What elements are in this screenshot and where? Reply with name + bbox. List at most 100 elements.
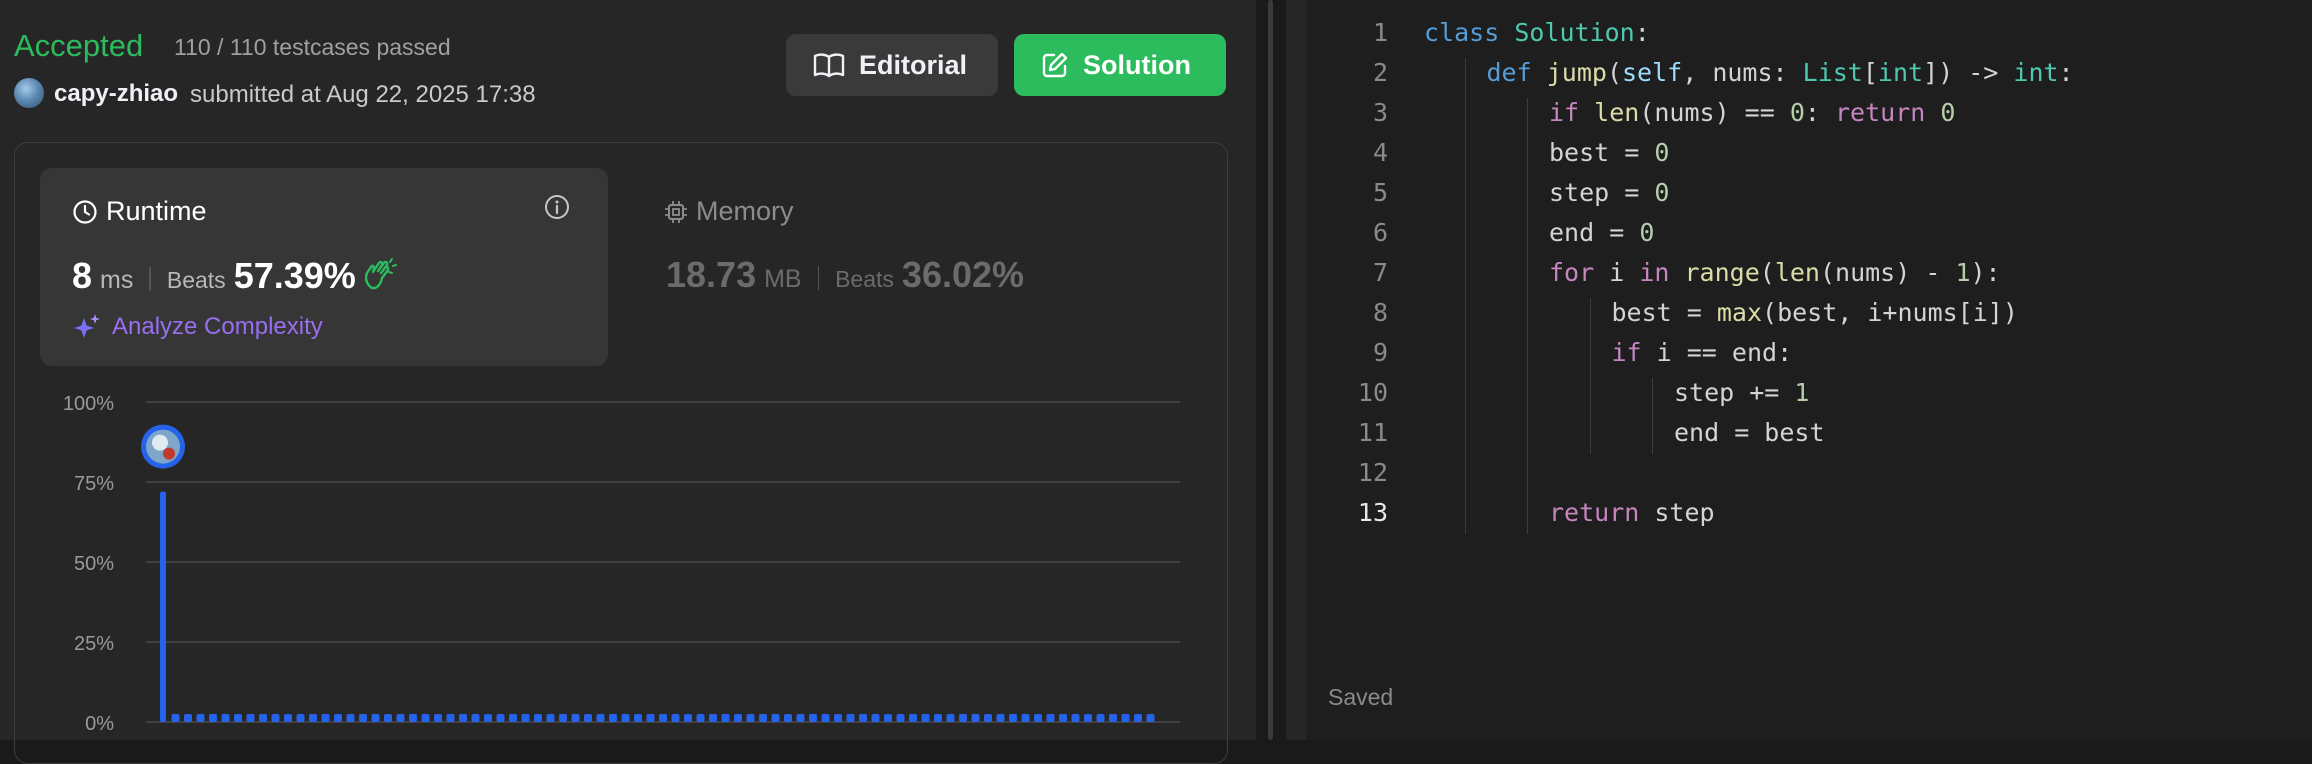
resizer-grip[interactable] (1268, 0, 1273, 740)
marker-avatar-detail (163, 447, 175, 460)
code-token: int (2013, 58, 2059, 87)
line-number: 3 (1372, 98, 1388, 127)
histogram-bar (234, 714, 242, 722)
histogram-bar (1146, 714, 1155, 722)
histogram-bar (621, 714, 630, 722)
line-number: 1 (1372, 18, 1388, 47)
histogram-bar (271, 714, 280, 722)
code-token: len (1594, 98, 1640, 127)
code-token: : (1634, 18, 1650, 47)
histogram-bar (334, 714, 342, 722)
code-token: if (1611, 338, 1657, 367)
y-tick-label: 100% (63, 393, 114, 415)
code-line[interactable]: 12 (1306, 454, 2312, 494)
histogram-bar (996, 714, 1005, 722)
solution-button[interactable]: Solution (1014, 34, 1226, 96)
username-link[interactable]: capy-zhiao (54, 80, 178, 108)
histogram-bar (821, 714, 830, 722)
histogram-bar (1096, 714, 1105, 722)
code-text: best = max(best, i+nums[i]) (1612, 298, 2018, 327)
histogram-bar (521, 714, 530, 722)
line-number: 4 (1372, 138, 1388, 167)
code-line[interactable]: 5 step = 0 (1306, 174, 2312, 214)
y-tick-label: 50% (74, 553, 114, 575)
histogram-bar (496, 714, 505, 722)
code-token: List (1802, 58, 1863, 87)
runtime-title: Runtime (72, 196, 207, 227)
indent-guide (1589, 298, 1591, 454)
code-line[interactable]: 1 class Solution: (1306, 14, 2312, 54)
code-line[interactable]: 11 end = best (1306, 414, 2312, 454)
histogram-bar (596, 714, 605, 722)
editorial-button[interactable]: Editorial (786, 34, 998, 96)
code-token: (nums) == (1639, 98, 1790, 127)
code-line[interactable]: 13 return step (1306, 494, 2312, 534)
histogram-bar (1109, 714, 1117, 722)
histogram-bar (484, 714, 492, 722)
histogram-bar (846, 714, 855, 722)
memory-unit: MB (764, 265, 802, 293)
code-token: return (1835, 98, 1941, 127)
histogram-bar (909, 714, 917, 722)
code-line[interactable]: 7 for i in range(len(nums) - 1): (1306, 254, 2312, 294)
code-token: [ (1862, 58, 1878, 87)
code-text: for i in range(len(nums) - 1): (1549, 258, 2001, 287)
code-line[interactable]: 6 end = 0 (1306, 214, 2312, 254)
histogram-bar (160, 491, 166, 722)
code-line[interactable]: 4 best = 0 (1306, 134, 2312, 174)
line-number: 5 (1372, 178, 1388, 207)
save-status: Saved (1328, 684, 1394, 710)
histogram-bar (659, 714, 667, 722)
line-number: 7 (1372, 258, 1388, 287)
analyze-complexity-link[interactable]: Analyze Complexity (72, 312, 323, 342)
code-line[interactable]: 3 if len(nums) == 0: return 0 (1306, 94, 2312, 134)
code-text: if i == end: (1612, 338, 1793, 367)
histogram-bar (809, 714, 817, 722)
code-token: , nums: (1682, 58, 1803, 87)
histogram-bar (709, 714, 717, 722)
histogram-bar (1121, 714, 1130, 722)
histogram-bar (871, 714, 880, 722)
code-token: i (1609, 258, 1640, 287)
code-token: 0 (1654, 178, 1670, 207)
histogram-bar (684, 714, 692, 722)
histogram-bar (321, 714, 330, 722)
panel-resizer[interactable] (1256, 0, 1286, 740)
runtime-distribution-chart[interactable]: 100% 75% 50% 25% 0% (0, 380, 1256, 740)
histogram-bar (796, 714, 805, 722)
runtime-unit: ms (100, 266, 134, 294)
histogram-bar (221, 714, 230, 722)
code-token: if (1549, 98, 1595, 127)
histogram-bar (746, 714, 755, 722)
histogram-bar (959, 714, 967, 722)
code-line[interactable]: 8 best = max(best, i+nums[i]) (1306, 294, 2312, 334)
histogram-bar (1009, 714, 1017, 722)
histogram-bar (646, 714, 655, 722)
code-text: step = 0 (1549, 178, 1669, 207)
code-line[interactable]: 2 def jump(self, nums: List[int]) -> int: (1306, 54, 2312, 94)
histogram-bar (346, 714, 355, 722)
runtime-title-label: Runtime (106, 196, 207, 226)
histogram-bar (296, 714, 305, 722)
code-line[interactable]: 10 step += 1 (1306, 374, 2312, 414)
histogram-bar (309, 714, 317, 722)
code-token: 0 (1654, 138, 1670, 167)
code-line[interactable]: 9 if i == end: (1306, 334, 2312, 374)
line-number: 12 (1357, 458, 1388, 487)
user-avatar[interactable] (14, 78, 44, 108)
code-text: end = best (1674, 418, 1825, 447)
code-token: len (1774, 258, 1820, 287)
info-icon[interactable] (544, 194, 570, 220)
line-number: 10 (1357, 378, 1388, 407)
histogram-bar (696, 714, 705, 722)
code-area[interactable]: 1 class Solution: 2 def jump(self, nums: Li… (1306, 0, 2312, 740)
code-token: int (1877, 58, 1924, 87)
code-token: step (1654, 498, 1715, 527)
histogram-bar (259, 714, 267, 722)
histogram-bar (859, 714, 867, 722)
histogram-bar (571, 714, 580, 722)
histogram-bar (784, 714, 792, 722)
histogram-bar (371, 714, 380, 722)
memory-title[interactable]: Memory (664, 196, 794, 227)
code-text: best = 0 (1549, 138, 1669, 167)
